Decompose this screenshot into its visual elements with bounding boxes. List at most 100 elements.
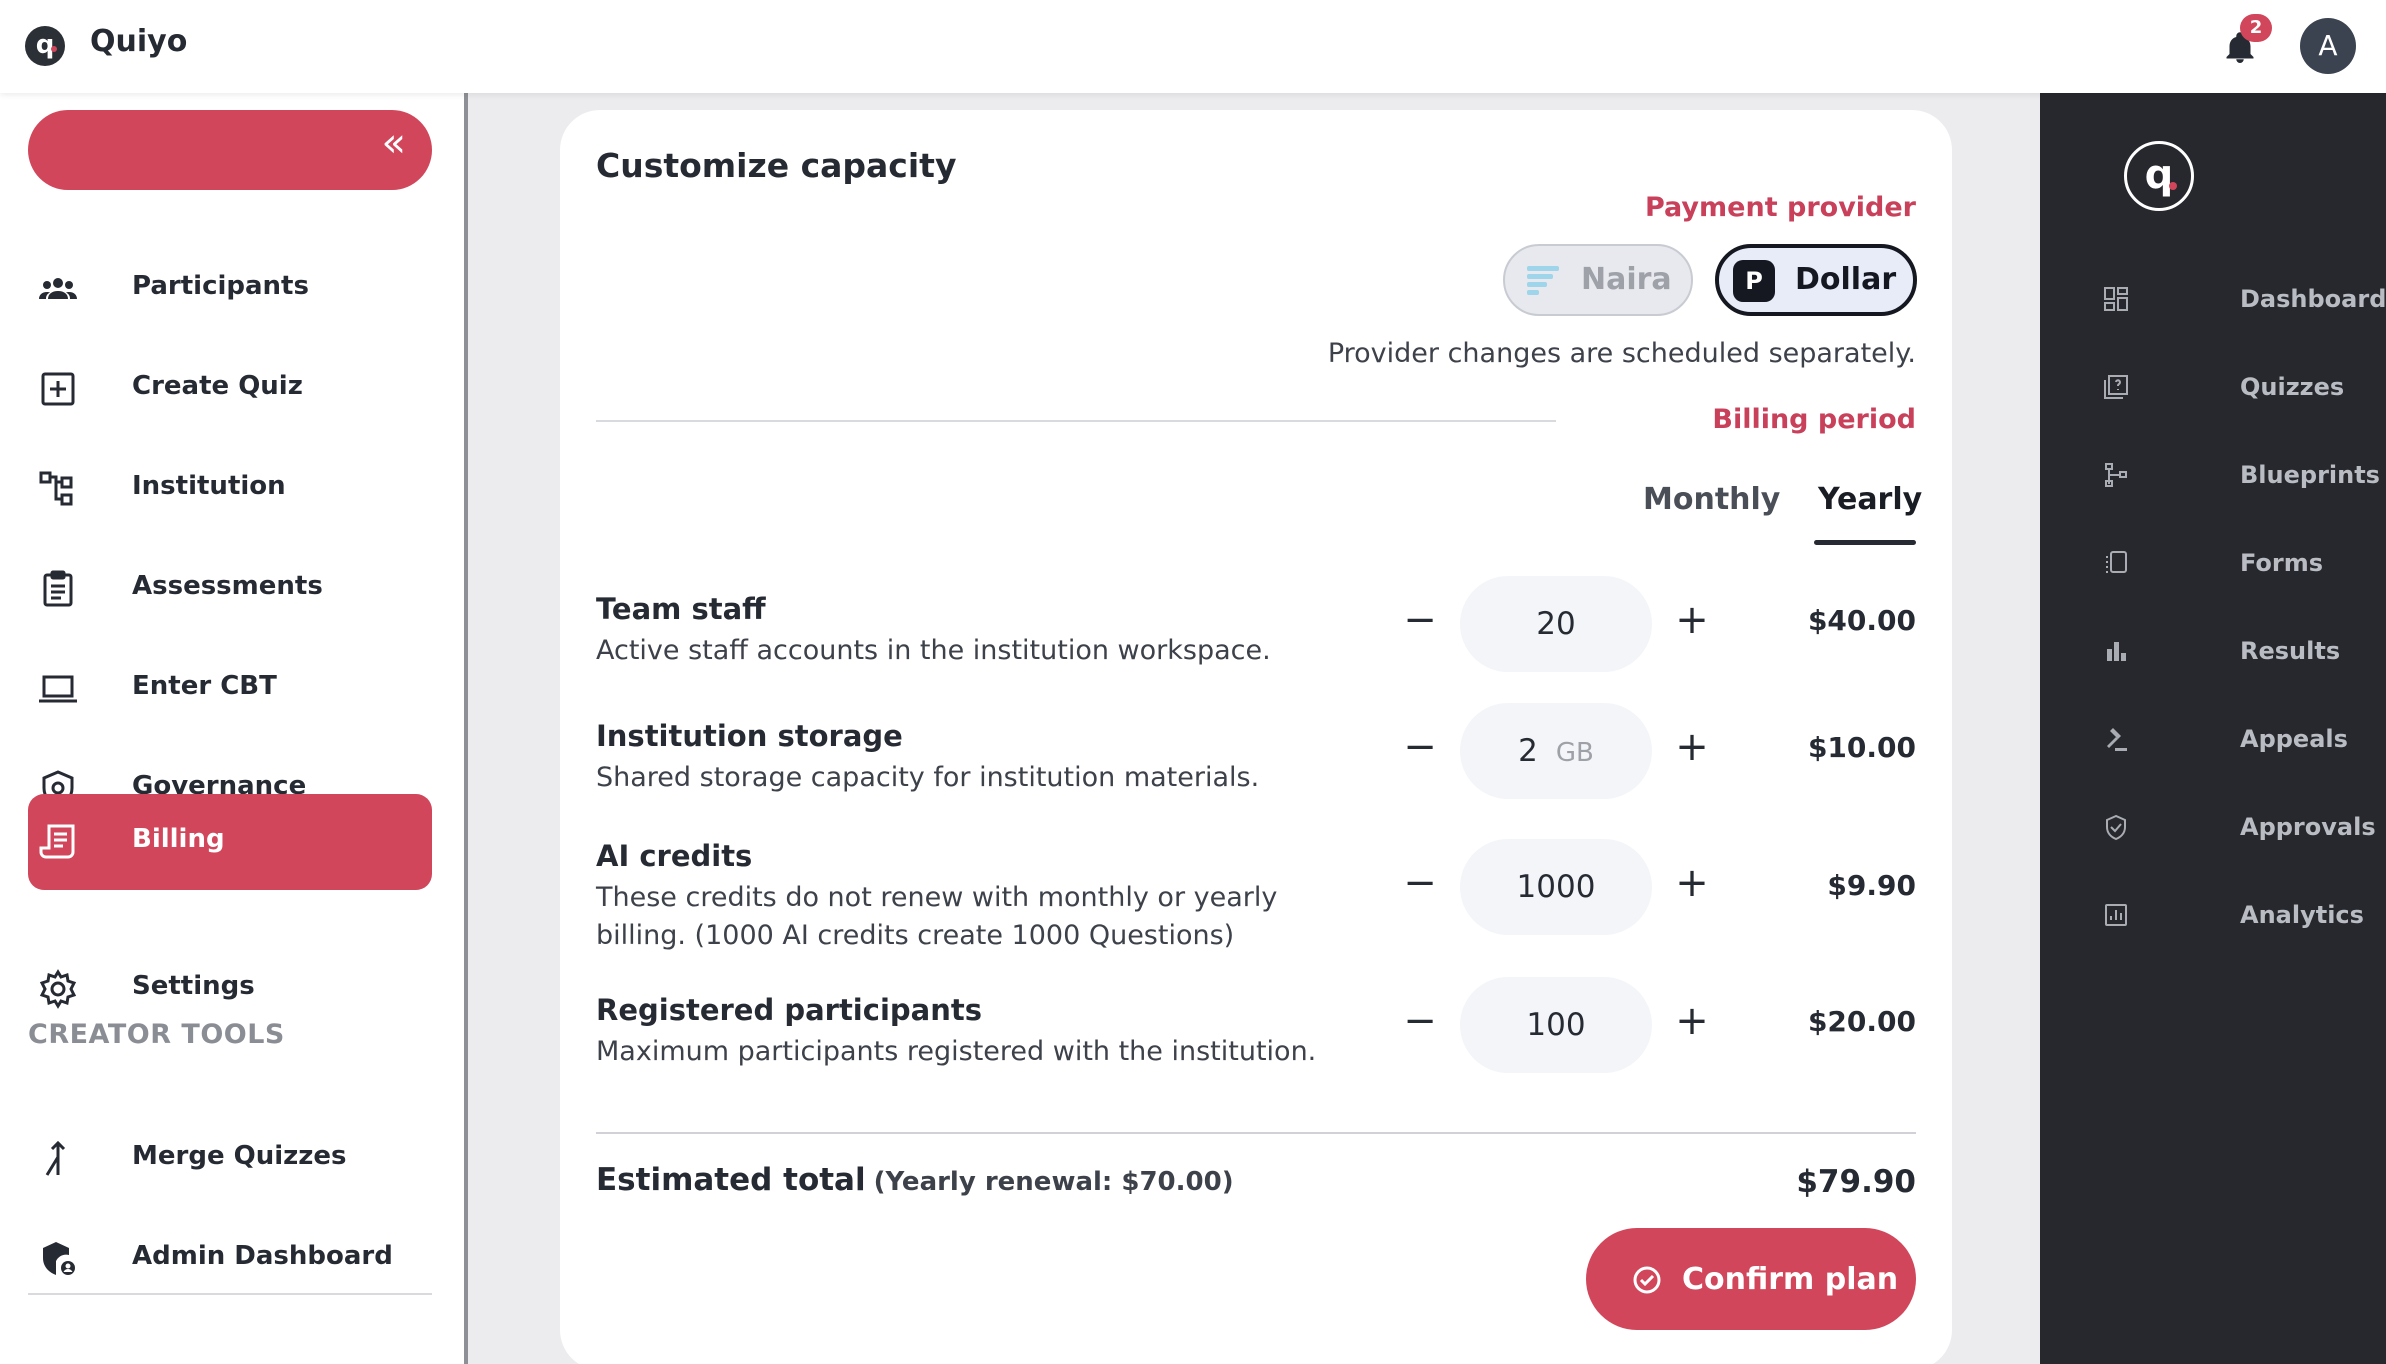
sidebar-item-merge-quizzes[interactable]: Merge Quizzes xyxy=(28,1111,432,1207)
sidebar-item-label: Settings xyxy=(132,971,255,1001)
brand-name[interactable]: Quiyo xyxy=(90,24,187,59)
sidebar-item-institution[interactable]: Institution xyxy=(28,441,432,537)
notification-badge: 2 xyxy=(2240,14,2272,42)
provider-naira-label: Naira xyxy=(1581,262,1672,297)
payment-provider-label: Payment provider xyxy=(1644,192,1916,223)
rail-item-label: Dashboard xyxy=(2240,285,2386,313)
decrement-button[interactable]: − xyxy=(1400,863,1440,905)
sidebar-item-label: Enter CBT xyxy=(132,671,277,701)
rail-item-blueprints[interactable]: Blueprints xyxy=(2102,449,2380,499)
page-title: Customize capacity xyxy=(596,146,957,185)
clipboard-icon xyxy=(43,570,73,607)
top-bar: q Quiyo 2 A xyxy=(0,0,2386,93)
tab-yearly-indicator xyxy=(1814,540,1916,545)
sidebar-item-label: Assessments xyxy=(132,571,323,601)
sidebar-item-label: Institution xyxy=(132,471,286,501)
row-price: $9.90 xyxy=(1827,869,1916,902)
hierarchy-icon xyxy=(39,471,73,506)
rail-logo[interactable]: q xyxy=(2124,141,2194,211)
bar-chart-icon xyxy=(2107,642,2126,661)
total-divider xyxy=(596,1132,1916,1134)
tab-monthly[interactable]: Monthly xyxy=(1643,482,1780,517)
sidebar-item-billing[interactable]: Billing xyxy=(28,794,432,890)
row-title: AI credits xyxy=(596,839,753,873)
rail-item-quizzes[interactable]: Quizzes xyxy=(2102,361,2362,411)
rail-item-analytics[interactable]: Analytics xyxy=(2102,889,2364,939)
brand-logo[interactable]: q xyxy=(25,26,65,66)
forms-icon xyxy=(2106,551,2127,573)
quantity-input[interactable]: 20 xyxy=(1460,576,1652,672)
increment-button[interactable]: + xyxy=(1672,1001,1712,1043)
rail-item-label: Quizzes xyxy=(2240,373,2345,401)
double-chevron-left-icon: « xyxy=(381,120,406,166)
quantity-input[interactable]: 2 GB xyxy=(1460,703,1652,799)
analytics-icon xyxy=(2105,904,2127,926)
avatar[interactable]: A xyxy=(2300,18,2356,74)
billing-period-label: Billing period xyxy=(1712,404,1916,435)
provider-dollar-label: Dollar xyxy=(1795,262,1897,297)
blueprint-icon xyxy=(2105,463,2127,487)
sidebar-item-enter-cbt[interactable]: Enter CBT xyxy=(28,641,432,737)
rail-item-approvals[interactable]: Approvals xyxy=(2102,801,2376,851)
increment-button[interactable]: + xyxy=(1672,727,1712,769)
rail-item-label: Analytics xyxy=(2240,901,2364,929)
laptop-icon xyxy=(39,675,77,703)
provider-note: Provider changes are scheduled separatel… xyxy=(1327,338,1916,369)
creator-tools-heading: CREATOR TOOLS xyxy=(28,1019,285,1050)
sidebar-item-label: Create Quiz xyxy=(132,371,303,401)
dollar-provider-icon: P xyxy=(1733,260,1775,302)
quantity-unit: GB xyxy=(1555,738,1594,768)
sidebar-item-create-quiz[interactable]: Create Quiz xyxy=(28,341,432,437)
sidebar-item-assessments[interactable]: Assessments xyxy=(28,541,432,637)
provider-dollar-button[interactable]: P Dollar xyxy=(1715,244,1917,316)
rail-item-label: Forms xyxy=(2240,549,2324,577)
quantity-value: 2 xyxy=(1518,733,1538,769)
rail-item-label: Results xyxy=(2240,637,2341,665)
participants-icon xyxy=(39,278,77,299)
merge-icon xyxy=(45,1140,66,1176)
confirm-plan-button[interactable]: Confirm plan xyxy=(1586,1228,1916,1330)
decrement-button[interactable]: − xyxy=(1400,600,1440,642)
rail-item-label: Appeals xyxy=(2240,725,2348,753)
collapse-sidebar-button[interactable]: « xyxy=(28,110,432,190)
receipt-icon xyxy=(39,824,75,859)
quiz-icon xyxy=(2104,375,2128,399)
rail-item-label: Blueprints xyxy=(2240,461,2380,489)
add-box-icon xyxy=(41,372,75,406)
brand-logo-letter: q xyxy=(35,30,55,60)
decrement-button[interactable]: − xyxy=(1400,727,1440,769)
rail-item-results[interactable]: Results xyxy=(2102,625,2362,675)
gavel-icon xyxy=(2107,728,2127,751)
sidebar-item-label: Admin Dashboard xyxy=(132,1241,393,1271)
quantity-input[interactable]: 100 xyxy=(1460,977,1652,1073)
estimated-total-text: Estimated total xyxy=(596,1162,866,1198)
sidebar-item-label: Merge Quizzes xyxy=(132,1141,347,1171)
rail-item-appeals[interactable]: Appeals xyxy=(2102,713,2362,763)
decrement-button[interactable]: − xyxy=(1400,1001,1440,1043)
sidebar-divider xyxy=(28,1293,432,1295)
rail-item-forms[interactable]: Forms xyxy=(2102,537,2362,587)
row-price: $10.00 xyxy=(1807,731,1916,764)
row-title: Institution storage xyxy=(596,719,903,753)
row-description: These credits do not renew with monthly … xyxy=(596,882,1278,951)
verified-icon xyxy=(2106,814,2126,841)
row-description: Active staff accounts in the institution… xyxy=(596,635,1271,666)
confirm-plan-label: Confirm plan xyxy=(1682,1262,1899,1297)
provider-naira-button[interactable]: Naira xyxy=(1503,244,1693,316)
dashboard-icon xyxy=(2104,287,2128,311)
row-title: Registered participants xyxy=(596,993,982,1027)
row-price: $40.00 xyxy=(1807,604,1916,637)
admin-shield-icon xyxy=(43,1242,75,1275)
sidebar-item-participants[interactable]: Participants xyxy=(28,241,432,337)
row-title: Team staff xyxy=(596,592,766,626)
row-description: Shared storage capacity for institution … xyxy=(596,762,1260,793)
estimated-total-price: $79.90 xyxy=(1796,1164,1916,1200)
tab-yearly[interactable]: Yearly xyxy=(1818,482,1922,517)
rail-logo-letter: q xyxy=(2144,152,2174,198)
quantity-input[interactable]: 1000 xyxy=(1460,839,1652,935)
increment-button[interactable]: + xyxy=(1672,600,1712,642)
increment-button[interactable]: + xyxy=(1672,863,1712,905)
gear-icon xyxy=(39,969,77,1009)
divider xyxy=(596,420,1556,422)
rail-item-dashboard[interactable]: Dashboard xyxy=(2102,273,2386,323)
